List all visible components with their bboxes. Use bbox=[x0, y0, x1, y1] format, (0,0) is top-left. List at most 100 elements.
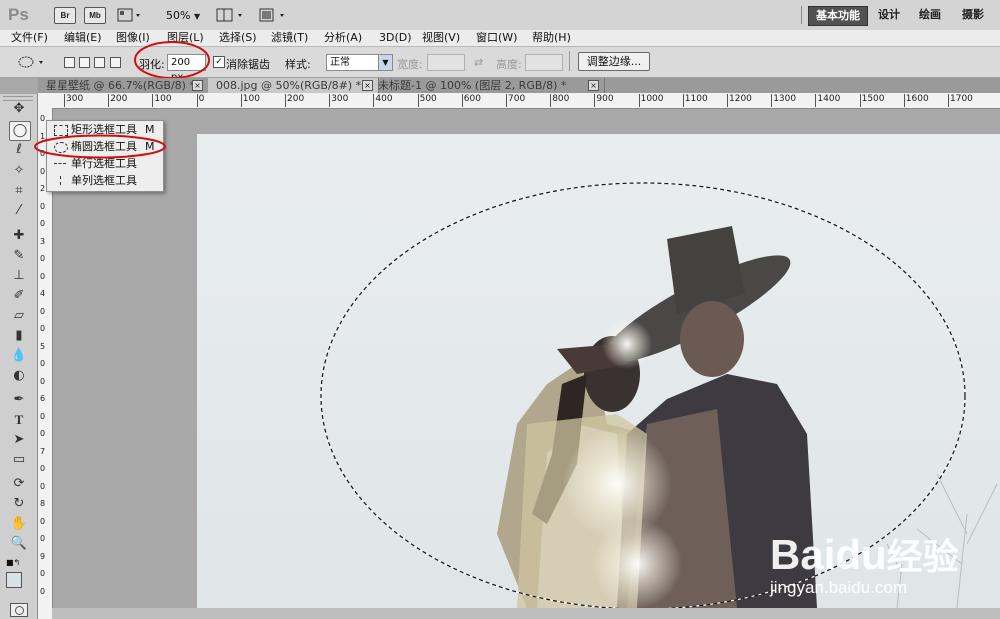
ruler-tick-label: 200 bbox=[108, 94, 127, 107]
crop-tool-icon[interactable]: ⌗ bbox=[9, 182, 29, 200]
add-to-selection-mode-icon[interactable] bbox=[79, 57, 90, 68]
healing-brush-tool-icon[interactable]: ✚ bbox=[9, 227, 29, 245]
menu-analysis[interactable]: 分析(A) bbox=[324, 30, 362, 46]
view-extras-button[interactable] bbox=[117, 6, 143, 27]
default-colors-icon[interactable]: ■↰ bbox=[6, 558, 20, 567]
antialias-checkbox[interactable]: ✓ bbox=[213, 56, 225, 68]
arrange-documents-icon bbox=[216, 8, 242, 22]
document-tab-bar: 星星壁纸 @ 66.7%(RGB/8) * × 008.jpg @ 50%(RG… bbox=[38, 78, 1000, 93]
antialias-label: 消除锯齿 bbox=[226, 58, 270, 71]
ruler-tick-label: 0 bbox=[40, 324, 46, 333]
refine-edge-button[interactable]: 调整边缘... bbox=[578, 52, 650, 71]
ruler-tick-label: 1300 bbox=[771, 94, 796, 107]
elliptical-marquee-tool-icon[interactable]: ◯ bbox=[9, 121, 31, 141]
ruler-tick-label: 900 bbox=[594, 94, 614, 107]
options-bar: 羽化: 200 px ✓ 消除锯齿 样式: 正常 ▼ 宽度: ⇄ 高度: 调整边… bbox=[0, 41, 1000, 83]
type-tool-icon[interactable]: T bbox=[9, 411, 29, 429]
hand-tool-icon[interactable]: ✋ bbox=[9, 515, 29, 533]
tab-008-jpg[interactable]: 008.jpg @ 50%(RGB/8#) * × bbox=[208, 78, 379, 93]
zoom-tool-icon[interactable]: 🔍 bbox=[9, 535, 29, 553]
gradient-tool-icon[interactable]: ▮ bbox=[9, 327, 29, 345]
tab-label: 未标题-1 @ 100% (图层 2, RGB/8) * bbox=[378, 79, 567, 92]
move-tool-icon[interactable]: ✥ bbox=[9, 100, 29, 118]
style-select[interactable]: 正常 ▼ bbox=[326, 54, 393, 71]
launch-bridge-button[interactable]: Br bbox=[54, 7, 76, 24]
subtract-from-selection-mode-icon[interactable] bbox=[94, 57, 105, 68]
ruler-tick-label: 0 bbox=[40, 306, 46, 316]
blur-tool-icon[interactable]: 💧 bbox=[9, 347, 29, 365]
ruler-tick-label: 0 bbox=[40, 516, 46, 526]
history-brush-tool-icon[interactable]: ✐ bbox=[9, 287, 29, 305]
workspace-photography-button[interactable]: 摄影 bbox=[955, 6, 991, 24]
arrange-documents-button[interactable] bbox=[216, 6, 246, 27]
ruler-tick-label: 0 bbox=[40, 219, 46, 228]
menu-file[interactable]: 文件(F) bbox=[11, 30, 48, 46]
tab-label: 008.jpg @ 50%(RGB/8#) * bbox=[216, 79, 362, 92]
quick-mask-icon[interactable] bbox=[10, 603, 28, 617]
new-selection-mode-icon[interactable] bbox=[64, 57, 75, 68]
quick-selection-tool-icon[interactable]: ✧ bbox=[9, 162, 29, 180]
ruler-tick-label: 300 bbox=[329, 94, 348, 107]
canvas-bottom-edge bbox=[52, 608, 1000, 619]
ruler-tick-label: 0 bbox=[40, 376, 46, 386]
menu-window[interactable]: 窗口(W) bbox=[476, 30, 517, 46]
workspace-design-button[interactable]: 设计 bbox=[871, 6, 907, 24]
photoshop-logo: Ps bbox=[8, 5, 29, 24]
workspace-painting-button[interactable]: 绘画 bbox=[912, 6, 948, 24]
width-input[interactable] bbox=[427, 54, 465, 71]
zoom-level-dropdown[interactable]: 50% ▼ bbox=[166, 9, 200, 22]
3d-rotate-tool-icon[interactable]: ⟳ bbox=[9, 475, 29, 493]
intersect-selection-mode-icon[interactable] bbox=[110, 57, 121, 68]
ruler-tick-label: 700 bbox=[506, 94, 525, 107]
menu-view[interactable]: 视图(V) bbox=[422, 30, 460, 46]
ruler-tick-label: 200 bbox=[285, 94, 304, 107]
lasso-tool-icon[interactable]: ℓ bbox=[9, 141, 29, 159]
view-extras-icon bbox=[117, 8, 140, 22]
menu-3d[interactable]: 3D(D) bbox=[379, 30, 412, 46]
menu-filter[interactable]: 滤镜(T) bbox=[271, 30, 308, 46]
ruler-tick-label: 1400 bbox=[815, 94, 840, 107]
clone-stamp-tool-icon[interactable]: ⊥ bbox=[9, 267, 29, 285]
workspace-essentials-button[interactable]: 基本功能 bbox=[808, 6, 868, 26]
style-label: 样式: bbox=[285, 58, 311, 71]
launch-mini-bridge-button[interactable]: Mb bbox=[84, 7, 106, 24]
3d-orbit-tool-icon[interactable]: ↻ bbox=[9, 495, 29, 513]
ruler-tick-label: 0 bbox=[40, 114, 46, 123]
baidu-watermark: Baidu经验 bbox=[770, 528, 959, 580]
ruler-tick-label: 1100 bbox=[682, 94, 708, 107]
close-icon[interactable]: × bbox=[588, 80, 599, 91]
pen-tool-icon[interactable]: ✒ bbox=[9, 391, 29, 409]
ruler-tick-label: 0 bbox=[40, 254, 46, 263]
flyout-single-column-marquee[interactable]: 单列选框工具 bbox=[51, 173, 161, 189]
path-selection-tool-icon[interactable]: ➤ bbox=[9, 431, 29, 449]
annotation-circle bbox=[134, 41, 210, 79]
ruler-tick-label: 0 bbox=[40, 166, 46, 176]
swap-icon: ⇄ bbox=[474, 56, 484, 69]
screen-mode-button[interactable] bbox=[258, 6, 288, 27]
foreground-color-swatch[interactable] bbox=[6, 572, 22, 588]
single-column-marquee-icon bbox=[60, 176, 61, 185]
rectangle-tool-icon[interactable]: ▭ bbox=[9, 451, 29, 469]
menu-select[interactable]: 选择(S) bbox=[219, 30, 257, 46]
divider bbox=[801, 6, 802, 24]
tab-untitled-1[interactable]: 未标题-1 @ 100% (图层 2, RGB/8) * × bbox=[370, 78, 605, 93]
eraser-tool-icon[interactable]: ▱ bbox=[9, 307, 29, 325]
elliptical-marquee-icon bbox=[18, 56, 43, 68]
dodge-tool-icon[interactable]: ◐ bbox=[9, 367, 29, 385]
ruler-tick-label: 5 bbox=[40, 341, 46, 351]
horizontal-ruler: 300 200 100 0 100 200 300 400 500 600 700 800 900 100… bbox=[38, 93, 1000, 109]
ruler-tick-label: 300 bbox=[64, 94, 83, 107]
ruler-tick-label: 8 bbox=[40, 499, 46, 508]
ruler-tick-label: 3 bbox=[40, 236, 46, 246]
menu-edit[interactable]: 编辑(E) bbox=[64, 30, 102, 46]
annotation-circle bbox=[34, 134, 166, 159]
tab-star-wallpaper[interactable]: 星星壁纸 @ 66.7%(RGB/8) * × bbox=[38, 78, 209, 93]
eyedropper-tool-icon[interactable]: ⁄ bbox=[9, 202, 29, 220]
menu-help[interactable]: 帮助(H) bbox=[532, 30, 571, 46]
width-label: 宽度: bbox=[397, 58, 423, 71]
tool-preset-picker[interactable] bbox=[16, 53, 48, 74]
close-icon[interactable]: × bbox=[192, 80, 203, 91]
brush-tool-icon[interactable]: ✎ bbox=[9, 247, 29, 265]
height-input[interactable] bbox=[525, 54, 563, 71]
chevron-down-icon: ▼ bbox=[378, 55, 392, 70]
